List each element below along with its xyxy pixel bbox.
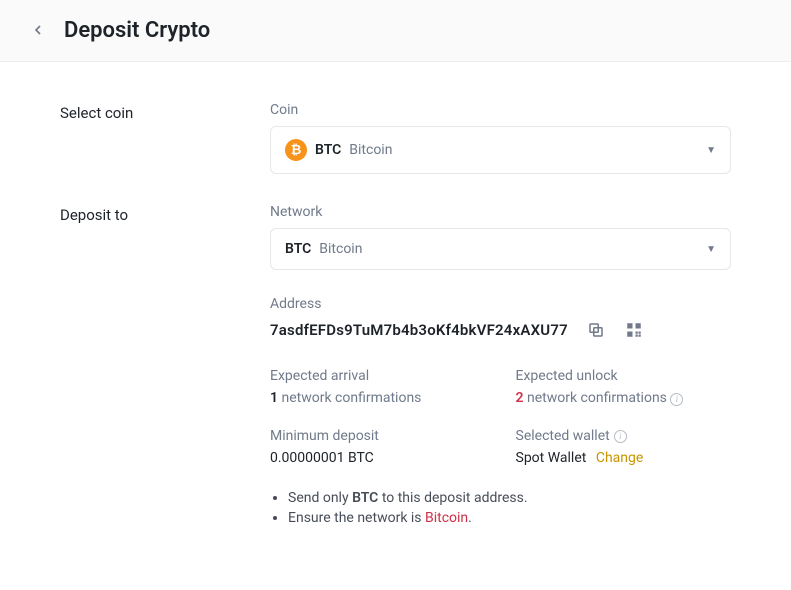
expected-arrival-count: 1 — [270, 390, 278, 406]
row-select-coin: Select coin Coin ₿ BTC Bitcoin ▼ — [60, 102, 731, 174]
selected-wallet-block: Selected wallet i Spot Wallet Change — [516, 428, 732, 466]
selected-wallet-label: Selected wallet i — [516, 428, 732, 444]
expected-unlock-label: Expected unlock — [516, 368, 732, 384]
change-wallet-link[interactable]: Change — [596, 450, 643, 466]
expected-unlock-value: 2 network confirmations i — [516, 390, 732, 406]
chevron-down-icon: ▼ — [706, 145, 716, 156]
field-label-address: Address — [270, 296, 731, 312]
selected-wallet-value: Spot Wallet Change — [516, 450, 732, 466]
info-icon[interactable]: i — [614, 430, 627, 443]
expected-unlock-block: Expected unlock 2 network confirmations … — [516, 368, 732, 406]
network-name: Bitcoin — [319, 241, 362, 257]
minimum-deposit-label: Minimum deposit — [270, 428, 486, 444]
expected-arrival-label: Expected arrival — [270, 368, 486, 384]
expected-arrival-block: Expected arrival 1 network confirmations — [270, 368, 486, 406]
content: Select coin Coin ₿ BTC Bitcoin ▼ Deposit… — [0, 62, 791, 590]
field-label-coin: Coin — [270, 102, 731, 118]
minimum-deposit-block: Minimum deposit 0.00000001 BTC — [270, 428, 486, 466]
note-send-only: Send only BTC to this deposit address. — [288, 490, 731, 506]
deposit-address: 7asdfEFDs9TuM7b4b3oKf4bkVF24xAXU77 — [270, 321, 568, 339]
coin-symbol: BTC — [315, 142, 341, 158]
minimum-deposit-value: 0.00000001 BTC — [270, 450, 486, 466]
bitcoin-icon: ₿ — [285, 139, 307, 161]
expected-arrival-suffix: network confirmations — [281, 390, 421, 406]
info-grid: Expected arrival 1 network confirmations… — [270, 368, 731, 466]
note-ensure-network: Ensure the network is Bitcoin. — [288, 510, 731, 526]
coin-dropdown[interactable]: ₿ BTC Bitcoin ▼ — [270, 126, 731, 174]
copy-icon[interactable] — [586, 320, 606, 340]
deposit-notes: Send only BTC to this deposit address. E… — [270, 490, 731, 526]
page-header: Deposit Crypto — [0, 0, 791, 62]
info-icon[interactable]: i — [670, 393, 683, 406]
qrcode-icon[interactable] — [624, 320, 644, 340]
row-deposit-to: Deposit to Network BTC Bitcoin ▼ Address… — [60, 204, 731, 530]
expected-unlock-count: 2 — [516, 390, 524, 406]
back-icon[interactable] — [30, 19, 46, 43]
network-symbol: BTC — [285, 241, 311, 257]
row-label-select-coin: Select coin — [60, 102, 270, 174]
address-line: 7asdfEFDs9TuM7b4b3oKf4bkVF24xAXU77 — [270, 320, 731, 340]
chevron-down-icon: ▼ — [706, 244, 716, 255]
expected-arrival-value: 1 network confirmations — [270, 390, 486, 406]
network-dropdown[interactable]: BTC Bitcoin ▼ — [270, 228, 731, 270]
coin-name: Bitcoin — [349, 142, 392, 158]
row-label-deposit-to: Deposit to — [60, 204, 270, 530]
field-label-network: Network — [270, 204, 731, 220]
expected-unlock-suffix: network confirmations — [527, 390, 667, 406]
page-title: Deposit Crypto — [64, 18, 210, 43]
